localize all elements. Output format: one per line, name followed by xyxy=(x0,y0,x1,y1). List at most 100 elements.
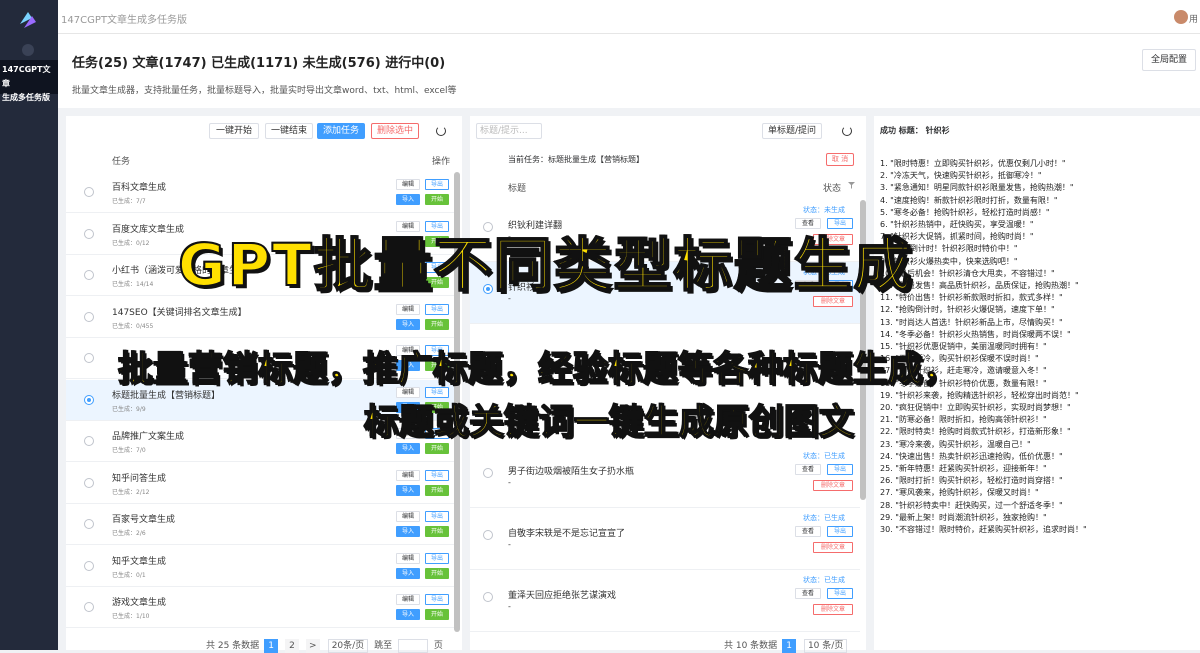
task-export-button[interactable]: 导出 xyxy=(425,303,449,315)
stats-summary: 任务(25) 文章(1747) 已生成(1171) 未生成(576) 进行中(0… xyxy=(72,56,446,71)
col-task: 任务 xyxy=(112,157,131,167)
task-radio[interactable] xyxy=(84,394,94,405)
task-edit-button[interactable]: 编辑 xyxy=(396,469,420,481)
title-view-button[interactable]: 查看 xyxy=(795,588,821,599)
generated-title-item: 27. "寒风袭来，抢购针织衫，保暖又时尚！" xyxy=(880,488,1039,498)
delete-selected-button[interactable]: 删除选中 xyxy=(371,123,419,139)
title-state: 状态：未生成 xyxy=(803,206,845,214)
pager-page-1[interactable]: 1 xyxy=(264,639,279,653)
task-radio[interactable] xyxy=(84,519,94,529)
task-radio[interactable] xyxy=(84,187,94,197)
col-state: 状态 xyxy=(823,184,842,194)
title-export-button[interactable]: 导出 xyxy=(827,588,853,599)
task-export-button[interactable]: 导出 xyxy=(425,179,449,190)
title-row[interactable]: 董泽天回应拒绝张艺谋演戏 - 状态：已生成 查看 导出 删除文章 xyxy=(470,570,860,632)
task-progress: 已生成：2/6 xyxy=(112,530,146,537)
title-radio[interactable] xyxy=(483,530,493,540)
start-all-button[interactable]: 一键开始 xyxy=(209,123,259,139)
stop-all-button[interactable]: 一键结束 xyxy=(265,123,313,139)
overlay-headline: GPT批量不同类型标题生成 xyxy=(177,230,914,300)
overlay-line-2: 标题或关键词一键生成原创图文 xyxy=(363,402,855,444)
task-export-button[interactable]: 导出 xyxy=(425,552,449,564)
generated-title-item: 10. "最后机会！针织衫清仓大甩卖，不容错过！" xyxy=(880,268,1055,278)
task-radio[interactable] xyxy=(84,602,94,612)
refresh-icon[interactable] xyxy=(436,126,446,136)
title-refresh-icon[interactable] xyxy=(842,126,852,136)
task-start-button[interactable]: 开始 xyxy=(425,609,449,620)
pager-goto-input[interactable] xyxy=(397,638,428,653)
task-import-button[interactable]: 导入 xyxy=(396,567,420,579)
task-radio[interactable] xyxy=(84,228,94,239)
sidebar-item-app[interactable]: 147CGPT文章 生成多任务版 xyxy=(0,60,58,102)
task-import-button[interactable]: 导入 xyxy=(396,194,420,205)
task-radio[interactable] xyxy=(84,477,94,488)
task-edit-button[interactable]: 编辑 xyxy=(396,303,420,315)
global-config-button[interactable]: 全局配置 xyxy=(1142,49,1196,71)
col-title: 标题 xyxy=(508,184,527,194)
task-start-button[interactable]: 开始 xyxy=(425,526,449,537)
task-row[interactable]: 游戏文章生成 已生成：1/10 编辑 导出 导入 开始 xyxy=(66,587,456,628)
task-export-button[interactable]: 导出 xyxy=(425,594,449,605)
title-delete-button[interactable]: 删除文章 xyxy=(813,480,853,491)
title-export-button[interactable]: 导出 xyxy=(827,464,853,475)
title-export-button[interactable]: 导出 xyxy=(827,526,853,537)
task-edit-button[interactable]: 编辑 xyxy=(396,552,420,564)
page-description: 批量文章生成器，支持批量任务，批量标题导入，批量实时导出文章word、txt、h… xyxy=(72,86,457,96)
task-row[interactable]: 147SEO【关键词排名文章生成】 已生成：0/455 编辑 导出 导入 开始 xyxy=(66,296,456,338)
generated-title-item: 13. "时尚达人首选！针织衫新品上市，尽情购买！" xyxy=(880,317,1063,327)
pager-size-select[interactable]: 20条/页 xyxy=(327,639,369,653)
title-row[interactable]: 自敬李宋轶是不是忘记宣宣了 - 状态：已生成 查看 导出 删除文章 xyxy=(470,508,860,570)
generated-title-item: 25. "新年特惠！赶紧购买针织衫，迎接新年！" xyxy=(880,464,1047,474)
title-search-input[interactable]: 标题/提示... xyxy=(476,123,542,139)
title-delete-button[interactable]: 删除文章 xyxy=(813,542,853,553)
task-row[interactable]: 百家号文章生成 已生成：2/6 编辑 导出 导入 开始 xyxy=(66,504,456,545)
task-row[interactable]: 知乎文章生成 已生成：0/1 编辑 导出 导入 开始 xyxy=(66,545,456,587)
task-row[interactable]: 知乎问答生成 已生成：2/12 编辑 导出 导入 开始 xyxy=(66,462,456,504)
title-pager-size[interactable]: 10 条/页 xyxy=(803,639,848,653)
task-edit-button[interactable]: 编辑 xyxy=(396,179,420,190)
task-start-button[interactable]: 开始 xyxy=(425,484,449,496)
task-radio[interactable] xyxy=(84,436,94,446)
task-start-button[interactable]: 开始 xyxy=(425,194,449,205)
task-import-button[interactable]: 导入 xyxy=(396,609,420,620)
generated-title-item: 14. "冬季必备！针织衫火热销售，时尚保暖两不误！" xyxy=(880,329,1071,339)
task-name: 知乎文章生成 xyxy=(112,556,167,567)
task-export-button[interactable]: 导出 xyxy=(425,511,449,522)
filter-icon[interactable] xyxy=(848,182,855,189)
task-start-button[interactable]: 开始 xyxy=(425,567,449,579)
title-radio[interactable] xyxy=(483,592,493,602)
task-import-button[interactable]: 导入 xyxy=(396,484,420,496)
page-header: 任务(25) 文章(1747) 已生成(1171) 未生成(576) 进行中(0… xyxy=(58,34,1200,108)
title-row[interactable]: 男子街边吸烟被陌生女子扔水瓶 - 状态：已生成 查看 导出 删除文章 xyxy=(470,446,860,508)
single-title-button[interactable]: 单标题/提问 xyxy=(762,123,822,139)
task-name: 知乎问答生成 xyxy=(112,473,167,484)
task-radio[interactable] xyxy=(84,311,94,322)
task-start-button[interactable]: 开始 xyxy=(425,318,449,330)
task-progress: 已生成：9/9 xyxy=(112,405,146,413)
add-task-button[interactable]: 添加任务 xyxy=(317,123,365,139)
generated-title-item: 23. "寒冷来袭，购买针织衫，温暖自己！" xyxy=(880,439,1031,449)
pager-page-2[interactable]: 2 xyxy=(284,639,299,653)
cancel-button[interactable]: 取 消 xyxy=(826,153,854,166)
sidebar-label-2: 生成多任务版 xyxy=(2,93,50,102)
title-view-button[interactable]: 查看 xyxy=(795,526,821,537)
task-import-button[interactable]: 导入 xyxy=(396,526,420,537)
task-radio[interactable] xyxy=(84,560,94,571)
title-radio[interactable] xyxy=(483,468,493,478)
task-name: 147SEO【关键词排名文章生成】 xyxy=(112,307,247,318)
task-edit-button[interactable]: 编辑 xyxy=(396,594,420,605)
title-view-button[interactable]: 查看 xyxy=(795,464,821,475)
task-import-button[interactable]: 导入 xyxy=(396,318,420,330)
pager-next[interactable]: > xyxy=(305,639,320,653)
title-delete-button[interactable]: 删除文章 xyxy=(813,604,853,615)
task-edit-button[interactable]: 编辑 xyxy=(396,511,420,522)
overlay-line-1: 批量营销标题，推广标题，经验标题等各种标题生成， xyxy=(117,349,959,391)
avatar[interactable] xyxy=(1174,10,1188,24)
task-radio[interactable] xyxy=(84,353,94,363)
task-export-button[interactable]: 导出 xyxy=(425,469,449,481)
generated-title-item: 29. "最新上架！时尚潮流针织衫，独家抢购！" xyxy=(880,512,1047,522)
generated-title-item: 7. "针织衫大促销，抓紧时间，抢购时尚！" xyxy=(880,232,1034,242)
task-radio[interactable] xyxy=(84,270,94,280)
title-pager-page-1[interactable]: 1 xyxy=(782,639,797,653)
task-row[interactable]: 百科文章生成 已生成：7/7 编辑 导出 导入 开始 xyxy=(66,172,456,213)
